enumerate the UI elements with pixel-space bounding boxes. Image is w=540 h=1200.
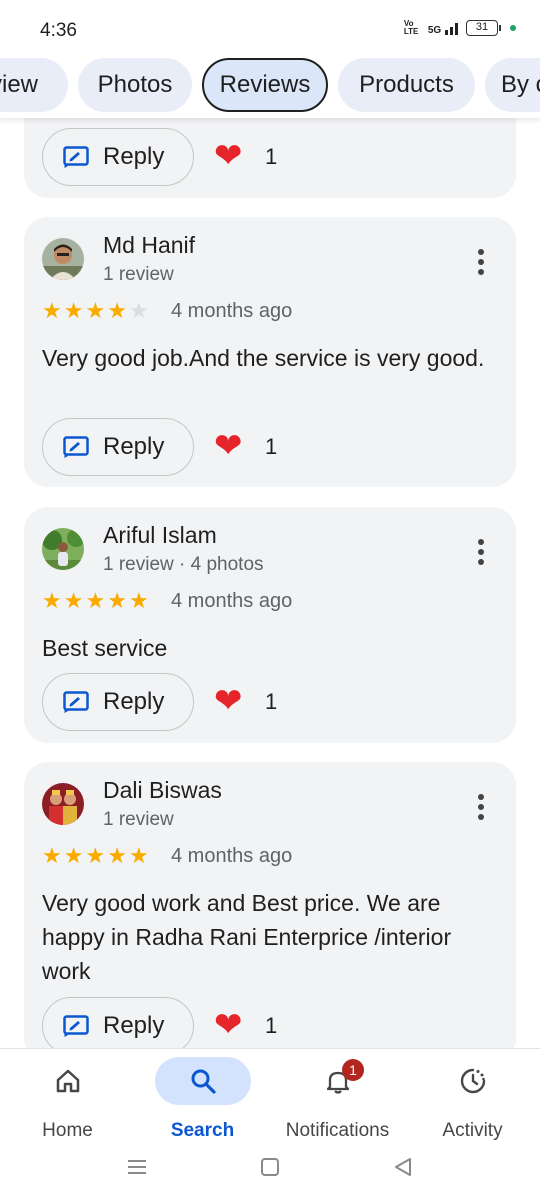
review-date: 4 months ago [171,845,293,867]
reply-label: Reply [103,1012,165,1039]
nav-activity[interactable]: Activity [405,1057,540,1143]
like-count: 1 [265,144,278,169]
nav-notifications-label: Notifications [285,1120,390,1141]
tab-reviews[interactable]: Reviews [202,58,328,112]
reply-edit-icon [63,436,89,458]
nav-home-label: Home [42,1120,93,1141]
status-bar: 4:36 Vo LTE 5G 31 [0,0,540,60]
search-icon [191,1069,216,1094]
system-nav-bar [0,1144,540,1200]
heart-icon[interactable]: ❤ [214,681,243,721]
more-options-icon[interactable] [478,539,484,565]
review-card: Dali Biswas 1 review ★ ★ ★ ★ ★ 4 months … [24,762,516,1062]
star-icon: ★ [63,588,84,613]
star-empty-icon: ★ [128,298,149,323]
star-rating: ★ ★ ★ ★ ★ [42,590,149,612]
heart-icon[interactable]: ❤ [214,136,243,176]
star-icon: ★ [107,843,127,868]
reply-button[interactable]: Reply [42,128,194,186]
like-count: 1 [265,434,278,459]
star-icon: ★ [107,298,127,323]
star-icon: ★ [42,843,62,868]
tab-overview[interactable]: view [0,58,68,112]
avatar[interactable] [42,783,84,825]
nav-notifications[interactable]: 1 Notifications [270,1057,405,1143]
star-icon: ★ [107,588,127,613]
star-icon: ★ [63,843,84,868]
notification-badge: 1 [342,1059,364,1081]
tab-photos[interactable]: Photos [78,58,192,112]
back-icon[interactable] [392,1156,414,1178]
reviewer-meta: 1 review [103,264,174,285]
reviewer-name[interactable]: Dali Biswas [103,777,222,804]
nav-search-label: Search [170,1120,235,1141]
reviewer-meta: 1 review [103,809,174,830]
like-count: 1 [265,1013,278,1038]
star-rating: ★ ★ ★ ★ ★ [42,300,149,322]
review-card: Md Hanif 1 review ★ ★ ★ ★ ★ 4 months ago… [24,217,516,487]
star-icon: ★ [128,588,149,613]
review-text: Best service [42,635,168,661]
tab-by-owner[interactable]: By c [485,58,540,112]
reviewer-name[interactable]: Md Hanif [103,232,195,259]
status-icons: Vo LTE 5G 31 [404,20,516,36]
review-date: 4 months ago [171,590,293,612]
recent-apps-icon[interactable] [126,1156,148,1178]
review-card: Ariful Islam 1 review · 4 photos ★ ★ ★ ★… [24,507,516,743]
review-text: Very good work and Best price. We are ha… [42,890,452,984]
review-date: 4 months ago [171,300,293,322]
star-icon: ★ [42,298,62,323]
network-label: 5G [427,24,442,36]
reviewer-name[interactable]: Ariful Islam [103,522,217,549]
reviewer-photo-icon [42,783,84,825]
heart-icon[interactable]: ❤ [214,426,243,466]
more-options-icon[interactable] [478,249,484,275]
battery-icon: 31 [466,20,501,36]
star-icon: ★ [128,843,149,868]
reviewer-meta: 1 review · 4 photos [103,554,264,575]
home-button-icon[interactable] [259,1156,281,1178]
heart-icon[interactable]: ❤ [214,1005,243,1045]
home-icon [56,1069,79,1093]
reply-label: Reply [103,688,165,715]
star-icon: ★ [85,588,106,613]
signal-bars-icon [445,22,458,35]
activity-icon [460,1068,485,1094]
reply-edit-icon [63,691,89,713]
reply-button[interactable]: Reply [42,673,194,731]
reply-button[interactable]: Reply [42,418,194,476]
reviewer-photo-icon [42,238,84,280]
review-text: Very good job.And the service is very go… [42,345,485,371]
star-icon: ★ [85,843,106,868]
privacy-dot-icon [510,25,516,31]
reply-edit-icon [63,146,89,168]
volte-icon: Vo LTE [403,19,419,36]
reply-edit-icon [63,1015,89,1037]
star-icon: ★ [42,588,62,613]
reply-label: Reply [103,143,165,170]
more-options-icon[interactable] [478,794,484,820]
reply-label: Reply [103,433,165,460]
avatar[interactable] [42,528,84,570]
tab-products[interactable]: Products [338,58,475,112]
bottom-nav: Home Search 1 Notifications Activity [0,1048,540,1144]
star-icon: ★ [85,298,106,323]
signal-5g-icon: 5G [428,21,460,36]
nav-home[interactable]: Home [0,1057,135,1143]
star-icon: ★ [63,298,84,323]
star-rating: ★ ★ ★ ★ ★ [42,845,149,867]
status-time: 4:36 [40,20,77,41]
avatar[interactable] [42,238,84,280]
nav-search[interactable]: Search [135,1057,270,1143]
nav-activity-label: Activity [442,1120,503,1141]
like-count: 1 [265,689,278,714]
reviewer-photo-icon [42,528,84,570]
reply-button[interactable]: Reply [42,997,194,1055]
tab-row: view Photos Reviews Products By c [0,56,540,118]
